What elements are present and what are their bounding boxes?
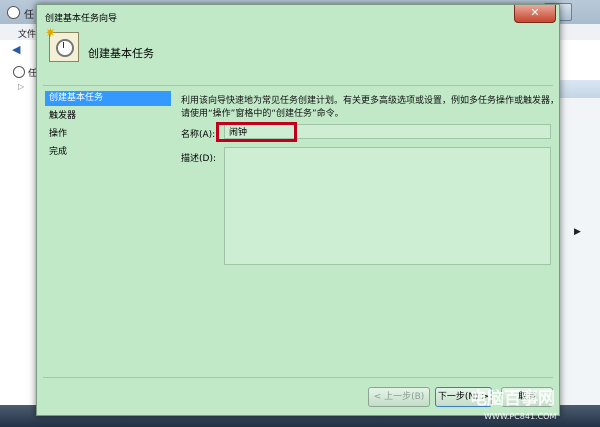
name-label: 名称(A):	[181, 130, 216, 140]
clock-face-icon	[56, 39, 74, 57]
step-create-basic-task[interactable]: 创建基本任务	[45, 91, 171, 106]
close-button[interactable]: ✕	[514, 5, 556, 23]
chevron-right-icon[interactable]: ▶	[574, 227, 581, 237]
clock-icon	[7, 6, 20, 19]
dialog-title: 创建基本任务向导	[45, 14, 118, 24]
wizard-header: ✷ 创建基本任务	[43, 26, 553, 87]
watermark-url: WWW.PC841.COM	[484, 412, 557, 421]
annotation-highlight	[216, 122, 297, 142]
header-divider	[43, 85, 553, 86]
back-button[interactable]: < 上一步(B)	[368, 387, 430, 407]
background-window-title: 任	[24, 10, 34, 21]
step-trigger[interactable]: 触发器	[45, 109, 171, 124]
footer-divider	[43, 377, 553, 378]
watermark-logo: 电脑百事网	[470, 389, 555, 409]
task-clock-icon: ✷	[45, 26, 79, 62]
back-arrow-icon[interactable]: ◀	[12, 44, 26, 55]
description-input[interactable]	[224, 147, 551, 265]
wizard-description: 利用该向导快速地为常见任务创建计划。有关更多高级选项或设置，例如多任务操作或触发…	[181, 96, 560, 119]
step-finish[interactable]: 完成	[45, 145, 171, 160]
actions-pane-header[interactable]	[560, 80, 600, 98]
watermark: 电脑百事网 WWW.PC841.COM	[470, 382, 600, 427]
sparkle-icon: ✷	[45, 26, 56, 41]
clock-icon	[13, 66, 25, 78]
step-action[interactable]: 操作	[45, 127, 171, 142]
description-label: 描述(D):	[181, 154, 216, 164]
create-basic-task-wizard: 创建基本任务向导 ✕ ✷ 创建基本任务 创建基本任务 触发器 操作 完成 利用该…	[36, 4, 560, 416]
dialog-titlebar: 创建基本任务向导 ✕	[37, 5, 559, 27]
menu-item-file[interactable]: 文件	[18, 27, 36, 40]
actions-pane	[560, 80, 600, 427]
wizard-header-title: 创建基本任务	[88, 47, 154, 60]
tree-expander-icon[interactable]: ▷	[18, 82, 24, 91]
clock-hand-icon	[63, 42, 64, 48]
